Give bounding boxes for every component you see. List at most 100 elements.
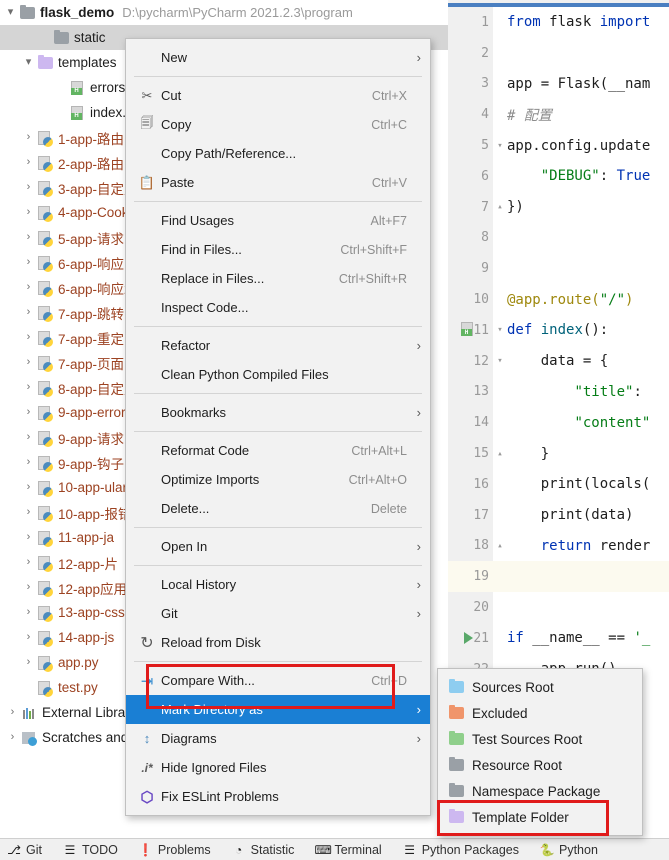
code-line[interactable]: 1 from flask import	[448, 7, 669, 38]
code-line[interactable]: 4 # 配置	[448, 99, 669, 131]
chevron-down-icon[interactable]: ▾	[20, 57, 37, 68]
menu-item-hide-ignored-files[interactable]: Hide Ignored Files	[126, 753, 430, 782]
editor-tab-strip[interactable]	[448, 0, 669, 7]
submenu-item-excluded[interactable]: Excluded	[438, 700, 642, 726]
menu-item-diagrams[interactable]: Diagrams ›	[126, 724, 430, 753]
chevron-right-icon[interactable]: ›	[20, 432, 37, 443]
code-line[interactable]: 15 ▴ }	[448, 438, 669, 469]
status-bar-python[interactable]: 🐍 Python	[539, 843, 598, 857]
tree-row-project-root[interactable]: ▾ flask_demo D:\pycharm\PyCharm 2021.2.3…	[0, 0, 448, 25]
menu-item-find-usages[interactable]: Find Usages Alt+F7	[126, 206, 430, 235]
chevron-right-icon[interactable]: ›	[407, 338, 421, 353]
code-fold-handle[interactable]: ▴	[493, 449, 507, 459]
menu-item-compare-with[interactable]: Compare With... Ctrl+D	[126, 666, 430, 695]
menu-item-replace-in-files[interactable]: Replace in Files... Ctrl+Shift+R	[126, 264, 430, 293]
code-line[interactable]: 5 ▾ app.config.update	[448, 130, 669, 161]
chevron-right-icon[interactable]: ›	[20, 457, 37, 468]
menu-item-delete[interactable]: Delete... Delete	[126, 494, 430, 523]
code-line[interactable]: 16 print(locals(	[448, 468, 669, 500]
chevron-right-icon[interactable]: ›	[20, 207, 37, 218]
chevron-right-icon[interactable]: ›	[20, 132, 37, 143]
status-bar-problems[interactable]: ❗ Problems	[138, 843, 210, 857]
chevron-down-icon[interactable]: ▾	[2, 7, 19, 18]
menu-item-clean-python-compiled-files[interactable]: Clean Python Compiled Files	[126, 360, 430, 389]
chevron-right-icon[interactable]: ›	[407, 405, 421, 420]
code-line[interactable]: 14 "content"	[448, 407, 669, 439]
code-line[interactable]: 7 ▴})	[448, 191, 669, 223]
chevron-right-icon[interactable]: ›	[20, 282, 37, 293]
code-lines[interactable]: 1 from flask import 2 3 app = Flask(__nam 4 # …	[448, 7, 669, 716]
menu-item-copy[interactable]: Copy Ctrl+C	[126, 110, 430, 139]
chevron-right-icon[interactable]: ›	[20, 582, 37, 593]
code-line[interactable]: 10 @app.route("/")	[448, 284, 669, 315]
menu-item-copy-path-reference[interactable]: Copy Path/Reference...	[126, 139, 430, 168]
code-line[interactable]: 21 if __name__ == '_	[448, 622, 669, 654]
chevron-right-icon[interactable]: ›	[20, 482, 37, 493]
menu-item-local-history[interactable]: Local History ›	[126, 570, 430, 599]
chevron-right-icon[interactable]: ›	[4, 707, 21, 718]
mark-directory-as-submenu[interactable]: Sources Root Excluded Test Sources Root Res…	[437, 668, 643, 836]
menu-item-reload-from-disk[interactable]: Reload from Disk	[126, 628, 430, 657]
status-bar-git[interactable]: ⎇ Git	[6, 843, 42, 857]
menu-item-paste[interactable]: Paste Ctrl+V	[126, 168, 430, 197]
submenu-item-test-sources-root[interactable]: Test Sources Root	[438, 726, 642, 752]
code-line[interactable]: 18 ▴ return render	[448, 530, 669, 562]
chevron-right-icon[interactable]: ›	[407, 577, 421, 592]
code-fold-handle[interactable]: ▾	[493, 325, 507, 335]
chevron-right-icon[interactable]: ›	[407, 731, 421, 746]
menu-item-optimize-imports[interactable]: Optimize Imports Ctrl+Alt+O	[126, 465, 430, 494]
code-fold-handle[interactable]: ▴	[493, 202, 507, 212]
chevron-right-icon[interactable]: ›	[20, 257, 37, 268]
chevron-right-icon[interactable]: ›	[20, 557, 37, 568]
menu-item-reformat-code[interactable]: Reformat Code Ctrl+Alt+L	[126, 436, 430, 465]
status-bar-statistic[interactable]: ◔ Statistic	[231, 843, 294, 857]
code-line[interactable]: 19	[448, 561, 669, 593]
code-line[interactable]: 6 "DEBUG": True	[448, 160, 669, 192]
chevron-right-icon[interactable]: ›	[20, 157, 37, 168]
chevron-right-icon[interactable]: ›	[20, 232, 37, 243]
code-fold-handle[interactable]: ▾	[493, 141, 507, 151]
code-line[interactable]: 20	[448, 592, 669, 623]
submenu-item-sources-root[interactable]: Sources Root	[438, 674, 642, 700]
code-line[interactable]: 8	[448, 222, 669, 254]
chevron-right-icon[interactable]: ›	[20, 307, 37, 318]
menu-item-refactor[interactable]: Refactor ›	[126, 331, 430, 360]
code-line[interactable]: 13 "title":	[448, 376, 669, 408]
chevron-right-icon[interactable]: ›	[20, 382, 37, 393]
menu-item-cut[interactable]: Cut Ctrl+X	[126, 81, 430, 110]
code-fold-handle[interactable]: ▾	[493, 356, 507, 366]
menu-item-fix-eslint-problems[interactable]: Fix ESLint Problems	[126, 782, 430, 811]
submenu-item-resource-root[interactable]: Resource Root	[438, 752, 642, 778]
menu-item-mark-directory-as[interactable]: Mark Directory as ›	[126, 695, 430, 724]
code-line[interactable]: 9	[448, 253, 669, 285]
code-line[interactable]: 11 ▾def index():	[448, 314, 669, 346]
submenu-item-namespace-package[interactable]: Namespace Package	[438, 778, 642, 804]
chevron-right-icon[interactable]: ›	[407, 606, 421, 621]
menu-item-open-in[interactable]: Open In ›	[126, 532, 430, 561]
chevron-right-icon[interactable]: ›	[20, 607, 37, 618]
submenu-item-template-folder[interactable]: Template Folder	[438, 804, 642, 830]
chevron-right-icon[interactable]: ›	[407, 539, 421, 554]
menu-item-bookmarks[interactable]: Bookmarks ›	[126, 398, 430, 427]
menu-item-new[interactable]: New ›	[126, 43, 430, 72]
code-line[interactable]: 2	[448, 37, 669, 69]
status-tool-bar[interactable]: ⎇ Git ☰ TODO ❗ Problems ◔ Statistic ⌨ Terminal ☰ Py…	[0, 838, 669, 860]
code-line[interactable]: 17 print(data)	[448, 499, 669, 531]
menu-item-inspect-code[interactable]: Inspect Code...	[126, 293, 430, 322]
chevron-right-icon[interactable]: ›	[407, 702, 421, 717]
chevron-right-icon[interactable]: ›	[407, 50, 421, 65]
status-bar-todo[interactable]: ☰ TODO	[62, 843, 118, 857]
chevron-right-icon[interactable]: ›	[20, 357, 37, 368]
status-bar-terminal[interactable]: ⌨ Terminal	[314, 843, 381, 857]
chevron-right-icon[interactable]: ›	[20, 182, 37, 193]
code-line[interactable]: 12 ▾ data = {	[448, 345, 669, 377]
status-bar-python-packages[interactable]: ☰ Python Packages	[402, 843, 519, 857]
code-line[interactable]: 3 app = Flask(__nam	[448, 68, 669, 100]
chevron-right-icon[interactable]: ›	[4, 732, 21, 743]
menu-item-git[interactable]: Git ›	[126, 599, 430, 628]
chevron-right-icon[interactable]: ›	[20, 407, 37, 418]
run-gutter-icon[interactable]	[464, 631, 473, 644]
chevron-right-icon[interactable]: ›	[20, 532, 37, 543]
code-fold-handle[interactable]: ▴	[493, 541, 507, 551]
menu-item-find-in-files[interactable]: Find in Files... Ctrl+Shift+F	[126, 235, 430, 264]
